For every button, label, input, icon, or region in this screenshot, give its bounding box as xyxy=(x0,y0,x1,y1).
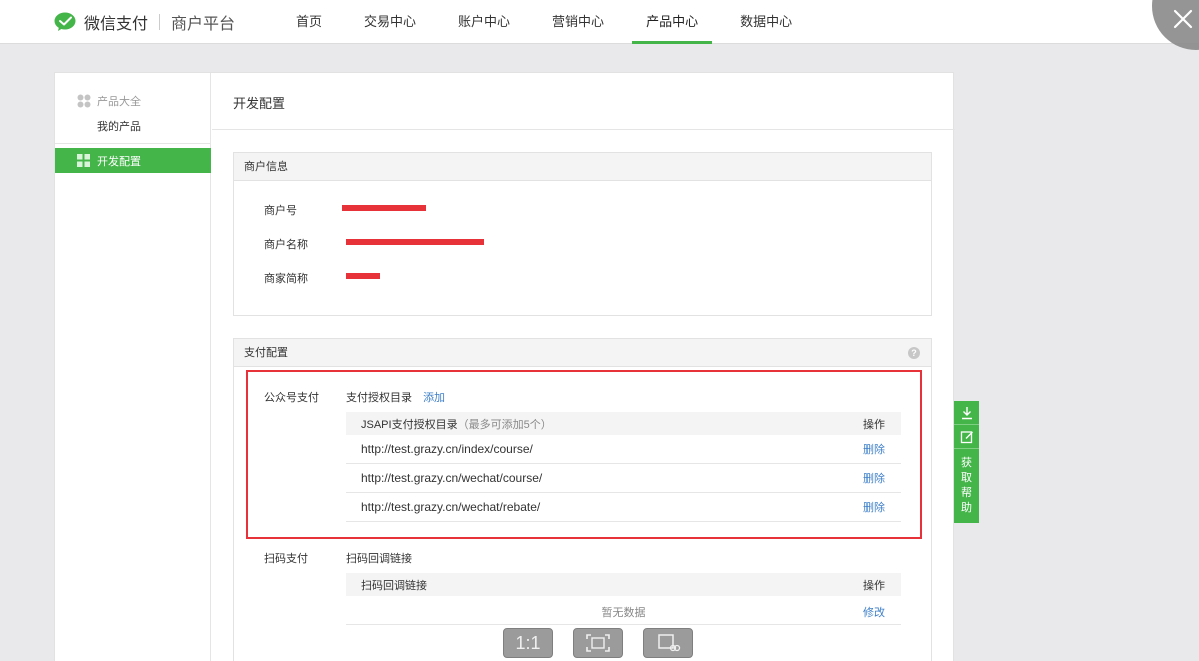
download-button[interactable] xyxy=(954,401,979,425)
table-header-op: 操作 xyxy=(863,579,885,592)
redacted-merchant-name xyxy=(346,239,484,245)
title-divider xyxy=(212,129,955,130)
merchant-id-label: 商户号 xyxy=(264,205,297,217)
fit-screen-icon xyxy=(586,634,610,652)
sidebar-divider xyxy=(55,143,211,144)
edit-link[interactable]: 修改 xyxy=(863,604,885,620)
floating-toolbar: 获 取 帮 助 xyxy=(954,401,979,523)
main-nav: 首页 交易中心 账户中心 营销中心 产品中心 数据中心 xyxy=(282,0,820,44)
table-header-title: 扫码回调链接 xyxy=(361,579,427,592)
nav-marketing-center[interactable]: 营销中心 xyxy=(538,0,618,44)
apps-icon xyxy=(77,94,91,108)
table-row-empty: 暂无数据 修改 xyxy=(346,596,901,625)
sidebar: 产品大全 我的产品 开发配置 xyxy=(55,73,211,661)
pay-config-header: 支付配置 ? xyxy=(234,339,931,367)
annotation-highlight-box xyxy=(246,370,922,539)
logo-subtitle: 商户平台 xyxy=(171,16,236,33)
pay-config-title: 支付配置 xyxy=(244,347,288,359)
top-bar: 微信支付 商户平台 首页 交易中心 账户中心 营销中心 产品中心 数据中心 xyxy=(0,0,1199,44)
screenshot-edit-icon xyxy=(658,634,681,652)
get-help-button[interactable]: 获 取 帮 助 xyxy=(954,449,979,523)
feedback-button[interactable] xyxy=(954,425,979,449)
sidebar-group-label: 产品大全 xyxy=(97,96,141,108)
merchant-name-label: 商户名称 xyxy=(264,239,308,251)
logo-text: 微信支付 xyxy=(84,16,149,33)
edit-icon xyxy=(960,430,973,443)
help-char: 获 xyxy=(961,457,972,469)
sidebar-item-dev-config[interactable]: 开发配置 xyxy=(55,148,211,173)
grid-icon xyxy=(77,154,90,167)
sidebar-item-label: 开发配置 xyxy=(97,155,141,168)
merchant-info-panel: 商户信息 商户号 商户名称 商家简称 xyxy=(233,152,932,316)
close-icon[interactable] xyxy=(1172,8,1194,30)
logo-divider xyxy=(159,14,161,30)
redacted-merchant-short-name xyxy=(346,273,380,279)
nav-account-center[interactable]: 账户中心 xyxy=(444,0,524,44)
download-icon xyxy=(961,406,972,419)
wechat-logo-icon xyxy=(54,12,78,32)
actual-size-button[interactable]: 1:1 xyxy=(503,628,553,658)
crop-edit-button[interactable] xyxy=(643,628,693,658)
sidebar-group-products: 产品大全 xyxy=(77,93,141,109)
native-link-label: 扫码回调链接 xyxy=(346,553,412,565)
merchant-info-title: 商户信息 xyxy=(234,153,931,181)
nav-home[interactable]: 首页 xyxy=(282,0,336,44)
help-icon[interactable]: ? xyxy=(908,347,920,359)
empty-text: 暂无数据 xyxy=(601,607,646,619)
page-title: 开发配置 xyxy=(233,96,286,111)
help-char: 助 xyxy=(961,502,972,514)
main-card: 产品大全 我的产品 开发配置 开发配置 商户信息 商户号 商户名称 商家简称 支… xyxy=(54,72,955,661)
help-char: 帮 xyxy=(961,487,972,499)
nav-product-center[interactable]: 产品中心 xyxy=(632,0,713,44)
nav-trade-center[interactable]: 交易中心 xyxy=(350,0,430,44)
native-section-label: 扫码支付 xyxy=(264,553,308,565)
help-char: 取 xyxy=(961,472,972,484)
actual-size-label: 1:1 xyxy=(515,632,541,653)
redacted-merchant-id xyxy=(342,205,426,211)
merchant-short-name-label: 商家简称 xyxy=(264,273,308,285)
sidebar-item-my-products[interactable]: 我的产品 xyxy=(97,118,141,134)
logo[interactable]: 微信支付 商户平台 xyxy=(54,11,235,33)
native-callback-table: 扫码回调链接 操作 暂无数据 修改 xyxy=(346,573,901,625)
fit-screen-button[interactable] xyxy=(573,628,623,658)
table-header: 扫码回调链接 操作 xyxy=(346,573,901,596)
nav-data-center[interactable]: 数据中心 xyxy=(726,0,806,44)
